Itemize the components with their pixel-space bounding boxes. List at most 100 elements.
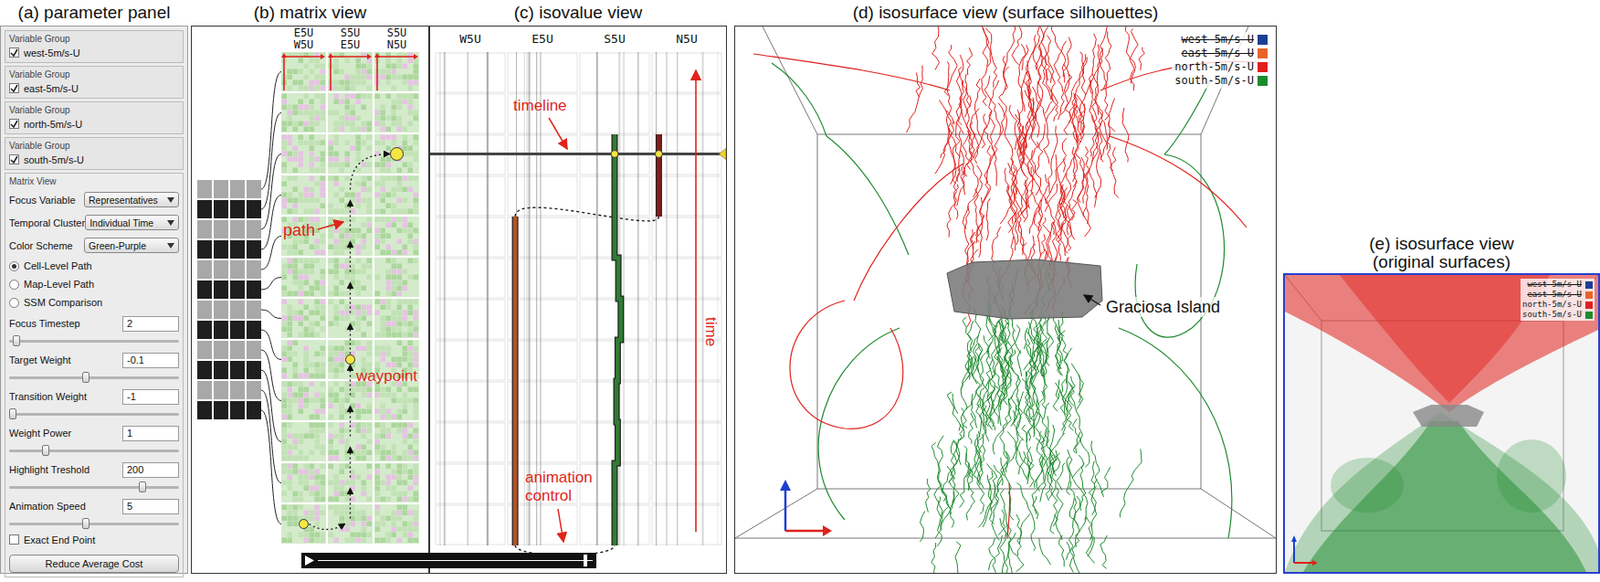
legend-entry[interactable]: west-5m/s-U [1174, 32, 1268, 47]
matrix-thumbnail[interactable] [374, 380, 420, 421]
column-header: S5U [579, 26, 650, 53]
checkbox-box[interactable] [9, 534, 20, 545]
legend-entry[interactable]: north-5m/s-U [1174, 60, 1268, 74]
matrix-thumbnail[interactable] [281, 339, 327, 379]
slider[interactable] [9, 370, 179, 384]
number-input[interactable]: 200 [122, 462, 179, 478]
matrix-thumbnail[interactable] [281, 380, 327, 421]
series-line [515, 216, 516, 546]
matrix-thumbnail[interactable] [327, 463, 373, 503]
cluster-row[interactable] [197, 280, 262, 299]
matrix-thumbnail[interactable] [374, 504, 420, 544]
matrix-thumbnail[interactable] [281, 504, 327, 544]
cluster-row[interactable] [197, 400, 262, 420]
matrix-thumbnail[interactable] [281, 463, 327, 503]
number-input[interactable]: 5 [122, 498, 179, 515]
animation-control[interactable] [301, 552, 597, 569]
matrix-thumbnail[interactable] [327, 175, 373, 215]
slider[interactable] [9, 516, 179, 530]
legend-entry[interactable]: east-5m/s-U [1522, 289, 1593, 300]
legend-entry[interactable]: north-5m/s-U [1522, 299, 1593, 310]
matrix-thumbnail[interactable] [327, 134, 373, 174]
legend-entry[interactable]: south-5m/s-U [1174, 73, 1268, 88]
matrix-thumbnail[interactable] [374, 93, 420, 133]
cluster-row[interactable] [197, 340, 262, 359]
slider[interactable] [9, 334, 179, 348]
matrix-thumbnail[interactable] [327, 504, 373, 544]
matrix-thumbnail[interactable] [374, 52, 420, 92]
checkbox-box[interactable] [9, 83, 20, 94]
render-view[interactable]: west-5m/s-Ueast-5m/s-Unorth-5m/s-Usouth-… [1283, 273, 1600, 574]
timeline-annotation: timeline [513, 95, 568, 116]
matrix-thumbnail[interactable] [374, 421, 420, 462]
cluster-row[interactable] [197, 300, 262, 319]
cluster-row[interactable] [197, 240, 262, 259]
slider[interactable] [9, 480, 179, 494]
matrix-thumbnail[interactable] [327, 298, 373, 338]
checkbox-box[interactable] [9, 47, 20, 58]
panel-title: (b) matrix view [190, 0, 430, 26]
legend-entry[interactable]: east-5m/s-U [1174, 46, 1268, 61]
cluster-row[interactable] [197, 200, 262, 219]
matrix-thumbnail[interactable] [327, 93, 373, 133]
timeline-marker-icon [718, 148, 727, 160]
matrix-thumbnail[interactable] [281, 298, 327, 338]
matrix-thumbnail[interactable] [327, 216, 373, 256]
tick-icon [10, 119, 19, 128]
matrix-thumbnail[interactable] [374, 216, 420, 256]
matrix-thumbnail[interactable] [374, 257, 420, 297]
matrix-thumbnail[interactable] [374, 175, 420, 215]
cluster-row[interactable] [197, 380, 262, 400]
checkbox[interactable]: Exact End Point [9, 531, 179, 548]
waypoint-annotation: waypoint [356, 366, 418, 387]
radio-button[interactable]: Cell-Level Path [9, 257, 179, 274]
matrix-thumbnail[interactable] [374, 463, 420, 503]
radio-button[interactable]: Map-Level Path [9, 275, 179, 293]
matrix-thumbnail[interactable] [327, 52, 373, 92]
cluster-row[interactable] [197, 220, 262, 239]
matrix-thumbnail[interactable] [281, 93, 327, 133]
number-input[interactable]: 2 [122, 315, 179, 332]
matrix-thumbnail[interactable] [281, 175, 327, 215]
matrix-thumbnail[interactable] [374, 134, 420, 174]
legend-entry[interactable]: south-5m/s-U [1522, 309, 1593, 320]
matrix-thumbnail[interactable] [327, 421, 373, 462]
legend-entry[interactable]: west-5m/s-U [1522, 279, 1593, 290]
slider[interactable] [9, 443, 179, 457]
island [947, 259, 1103, 319]
checkbox[interactable]: east-5m/s-U [9, 80, 179, 96]
dropdown[interactable]: Representatives [84, 191, 179, 208]
chevron-down-icon [167, 197, 175, 203]
matrix-thumbnail[interactable] [327, 257, 373, 297]
matrix-thumbnail[interactable] [327, 380, 373, 421]
reduce-cost-button[interactable]: Reduce Average Cost [9, 554, 179, 573]
checkbox[interactable]: west-5m/s-U [9, 44, 179, 61]
dropdown[interactable]: Individual Time [84, 214, 179, 231]
matrix-thumbnail[interactable] [281, 257, 327, 297]
path-overlay [191, 26, 429, 573]
radio-button[interactable]: SSM Comparison [9, 294, 179, 311]
render-view[interactable]: west-5m/s-Ueast-5m/s-Unorth-5m/s-Usouth-… [734, 25, 1277, 574]
number-input[interactable]: 1 [122, 425, 179, 442]
cluster-row[interactable] [197, 179, 262, 199]
timeline [430, 152, 727, 156]
checkbox[interactable]: north-5m/s-U [9, 115, 179, 132]
matrix-thumbnail[interactable] [281, 421, 327, 462]
cluster-row[interactable] [197, 260, 262, 279]
number-input[interactable]: -0.1 [122, 352, 179, 369]
number-input[interactable]: -1 [122, 389, 179, 405]
checkbox[interactable]: south-5m/s-U [9, 151, 179, 168]
dropdown[interactable]: Green-Purple [84, 237, 179, 253]
matrix-isovalue-group: (b) matrix viewE5UW5US5UE5US5UN5Upathway… [190, 0, 727, 582]
legend: west-5m/s-Ueast-5m/s-Unorth-5m/s-Usouth-… [1171, 31, 1271, 89]
matrix-thumbnail[interactable] [281, 52, 327, 92]
cluster-row[interactable] [197, 320, 262, 339]
checkbox-box[interactable] [9, 118, 20, 129]
play-icon[interactable] [305, 555, 315, 566]
checkbox-box[interactable] [9, 154, 20, 165]
slider[interactable] [9, 407, 179, 421]
parameter-field: Animation Speed5 [9, 497, 179, 530]
matrix-thumbnail[interactable] [281, 134, 327, 174]
matrix-thumbnail[interactable] [374, 298, 420, 338]
cluster-row[interactable] [197, 360, 262, 379]
